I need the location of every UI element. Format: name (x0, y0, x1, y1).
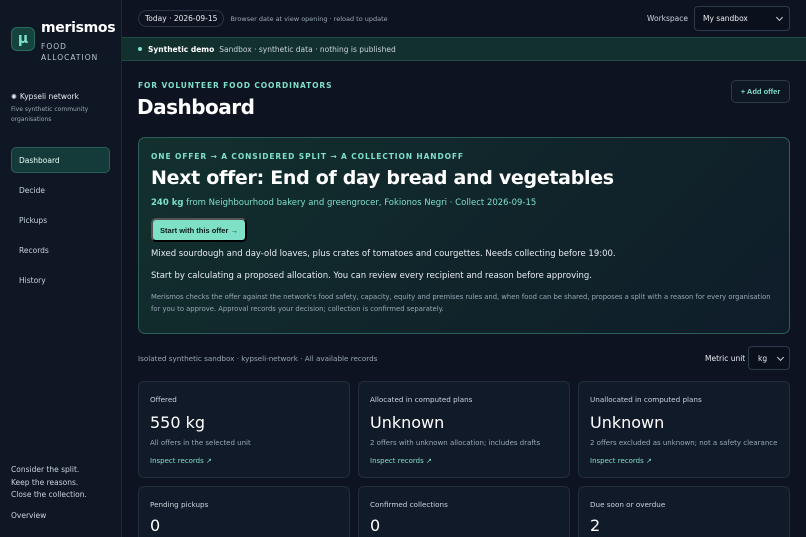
card-value: 2 (590, 516, 601, 535)
offer-description: Mixed sourdough and day-old loaves, plus… (151, 249, 616, 259)
sidebar-item-dashboard[interactable]: Dashboard (11, 147, 110, 173)
offer-quantity: 240 kg (151, 198, 184, 208)
metric-unit-value: kg (758, 353, 768, 363)
sidebar-item-history[interactable]: History (11, 267, 110, 293)
workspace-select[interactable]: My sandbox (694, 6, 790, 31)
add-offer-button[interactable]: + Add offer (731, 80, 790, 103)
hero-meta: 240 kg from Neighbourhood bakery and gre… (151, 198, 536, 208)
metric-unit-select[interactable]: kg (748, 346, 790, 370)
card-value: 0 (370, 516, 381, 535)
sidebar-item-records[interactable]: Records (11, 237, 110, 263)
inspect-records-link[interactable]: Inspect records ↗ (590, 457, 652, 465)
offer-fine-print: Merismos checks the offer against the ne… (151, 293, 771, 313)
footer-line: Consider the split. (11, 465, 80, 474)
chevron-down-icon (775, 13, 784, 22)
card-sub: All offers in the selected unit (150, 439, 251, 447)
sidebar-item-pickups[interactable]: Pickups (11, 207, 110, 233)
page-title: Dashboard (137, 95, 255, 119)
date-note: Browser date at view opening · reload to… (230, 14, 388, 23)
card-value: 0 (150, 516, 161, 535)
card-sub: 2 offers with unknown allocation; includ… (370, 439, 541, 447)
sidebar-footer: Consider the split. Keep the reasons. Cl… (11, 464, 116, 520)
card-label: Offered (150, 395, 177, 404)
overview-link[interactable]: Overview (11, 511, 116, 520)
card-label: Due soon or overdue (590, 500, 666, 509)
network-name: Kypseli network (19, 92, 79, 101)
hero-eyebrow: ONE OFFER → A CONSIDERED SPLIT → A COLLE… (151, 152, 464, 161)
app-root: µ merismos FOOD ALLOCATION ✺ Kypseli net… (0, 0, 806, 537)
stat-card-due-soon: Due soon or overdue 2 (578, 486, 790, 537)
card-sub: 2 offers excluded as unknown; not a safe… (590, 439, 778, 447)
date-pill: Today · 2026-09-15 (138, 10, 225, 27)
card-label: Unallocated in computed plans (590, 395, 702, 404)
status-dot-icon (138, 47, 142, 51)
start-offer-button[interactable]: Start with this offer → (151, 218, 247, 242)
footer-line: Keep the reasons. (11, 477, 79, 487)
next-offer-card: ONE OFFER → A CONSIDERED SPLIT → A COLLE… (138, 137, 790, 334)
card-value: Unknown (370, 413, 445, 432)
inspect-records-link[interactable]: Inspect records ↗ (370, 457, 432, 465)
sidebar-nav: Dashboard Decide Pickups Records History (11, 147, 110, 297)
stat-card-allocated: Allocated in computed plans Unknown 2 of… (358, 381, 570, 478)
card-value: 550 kg (150, 413, 206, 432)
demo-banner: Synthetic demo Sandbox · synthetic data … (122, 37, 806, 61)
card-label: Allocated in computed plans (370, 395, 473, 404)
chevron-down-icon (776, 353, 785, 362)
merismos-logo-icon: µ (11, 27, 35, 51)
banner-text: Sandbox · synthetic data · nothing is pu… (219, 44, 396, 54)
inspect-records-link[interactable]: Inspect records ↗ (150, 457, 212, 465)
sidebar-item-decide[interactable]: Decide (11, 177, 110, 203)
brand-sub-line1: FOOD (41, 42, 67, 51)
stat-card-unallocated: Unallocated in computed plans Unknown 2 … (578, 381, 790, 478)
workspace-label: Workspace (647, 14, 688, 23)
offer-instruction: Start by calculating a proposed allocati… (151, 271, 592, 281)
stat-card-pending-pickups: Pending pickups 0 (138, 486, 350, 537)
brand-name: merismos (41, 20, 116, 36)
stat-card-confirmed-collections: Confirmed collections 0 (358, 486, 570, 537)
stat-card-offered: Offered 550 kg All offers in the selecte… (138, 381, 350, 478)
card-label: Pending pickups (150, 500, 209, 509)
scope-text: Isolated synthetic sandbox · kypseli-net… (138, 354, 378, 363)
brand[interactable]: µ merismos FOOD ALLOCATION (11, 20, 116, 63)
network-desc: Five synthetic community organisations (11, 106, 89, 123)
offer-source: from Neighbourhood bakery and greengroce… (183, 198, 537, 208)
sidebar: µ merismos FOOD ALLOCATION ✺ Kypseli net… (0, 0, 122, 537)
topbar: Today · 2026-09-15 Browser date at view … (122, 0, 806, 37)
workspace-value: My sandbox (703, 14, 748, 23)
page-eyebrow: FOR VOLUNTEER FOOD COORDINATORS (138, 81, 333, 90)
card-label: Confirmed collections (370, 500, 448, 509)
hero-title: Next offer: End of day bread and vegetab… (151, 167, 614, 189)
footer-line: Close the collection. (11, 490, 87, 499)
network-info: ✺ Kypseli network Five synthetic communi… (11, 92, 116, 124)
card-value: Unknown (590, 413, 665, 432)
metric-unit-label: Metric unit (705, 354, 746, 363)
banner-strong: Synthetic demo (148, 44, 215, 54)
network-sun-icon: ✺ (11, 92, 17, 101)
brand-sub-line2: ALLOCATION (41, 53, 99, 62)
